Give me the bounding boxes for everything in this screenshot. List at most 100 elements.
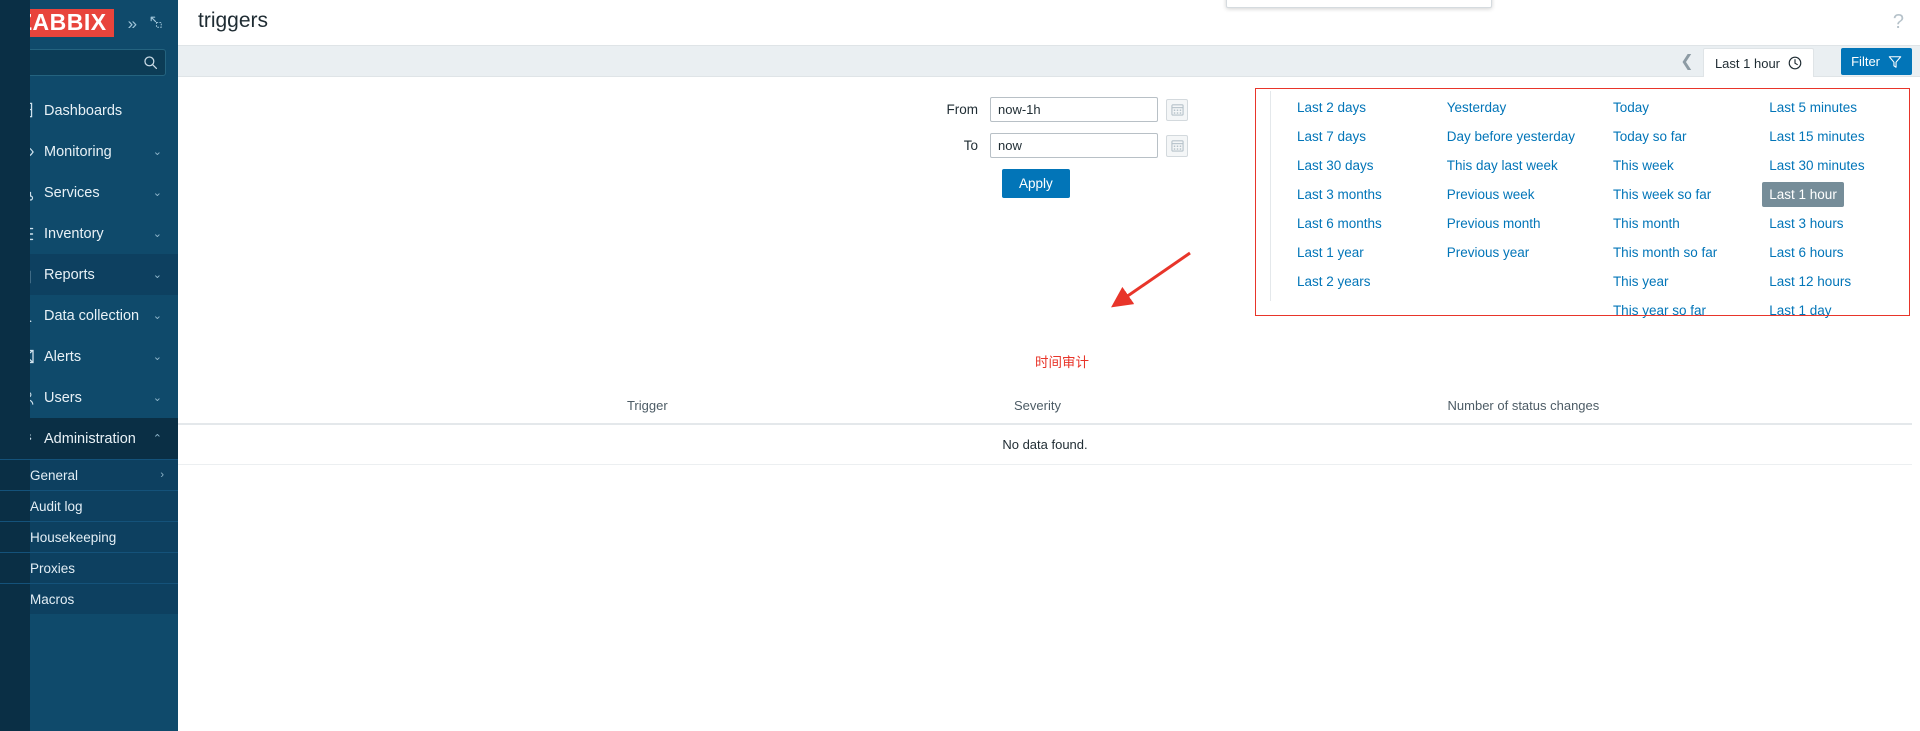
quick-range-item[interactable]: Previous month — [1440, 211, 1548, 236]
quick-range-item[interactable]: Last 2 days — [1290, 95, 1373, 120]
chevron-down-icon: ⌄ — [152, 187, 162, 199]
quick-range-item[interactable]: Last 5 minutes — [1762, 95, 1864, 120]
quick-range-item[interactable]: Last 2 years — [1290, 269, 1378, 294]
filter-tab-bar: ❮ Zoom out ❯ Last 1 hour Filter — [178, 46, 1920, 77]
table-header-row: Trigger Severity Number of status change… — [178, 388, 1912, 425]
quick-range-item[interactable]: Last 3 hours — [1762, 211, 1850, 236]
quick-range-item[interactable]: Last 7 days — [1290, 124, 1373, 149]
quick-range-item[interactable]: Last 15 minutes — [1762, 124, 1871, 149]
sidebar-item-housekeeping[interactable]: Housekeeping — [0, 521, 178, 552]
chevron-down-icon: ⌄ — [152, 392, 162, 404]
tab-time-selector[interactable]: Last 1 hour — [1702, 48, 1814, 77]
quick-range-item[interactable]: Last 30 days — [1290, 153, 1381, 178]
quick-range-item[interactable]: This week so far — [1606, 182, 1718, 207]
quick-range-columns: Last 2 days Last 7 days Last 30 days Last 3… — [1290, 95, 1912, 327]
time-range-form: From To — [778, 97, 1218, 198]
table-header-status-changes: Number of status changes — [1447, 388, 1912, 425]
quick-range-item[interactable]: Last 1 year — [1290, 240, 1371, 265]
search-box[interactable] — [11, 49, 166, 76]
annotation-label: 时间审计 — [1035, 355, 1089, 370]
sidebar-subitem-label: Macros — [30, 591, 75, 607]
chevron-right-icon: › — [160, 469, 164, 481]
sidebar-subitem-label: Housekeeping — [30, 529, 117, 545]
quick-range-column-1: Last 2 days Last 7 days Last 30 days Last 3… — [1290, 95, 1440, 327]
empty-message: No data found. — [178, 424, 1912, 465]
sidebar-subitem-label: General — [30, 467, 79, 483]
quick-range-item[interactable]: Last 1 hour — [1762, 182, 1844, 207]
table-header-trigger: Trigger — [626, 388, 1015, 425]
quick-range-column-2: Yesterday Day before yesterday This day la… — [1440, 95, 1606, 327]
sidebar-item-general[interactable]: General › — [0, 459, 178, 490]
to-label: To — [963, 138, 978, 153]
sidebar-item-proxies[interactable]: Proxies — [0, 552, 178, 583]
apply-row: Apply — [778, 169, 1218, 198]
search-icon[interactable] — [143, 55, 158, 70]
page-background — [178, 316, 1920, 731]
from-input[interactable] — [990, 97, 1158, 122]
chevron-up-icon: ⌃ — [152, 433, 162, 445]
chevron-down-icon: ⌄ — [152, 228, 162, 240]
chevron-down-icon: ⌄ — [152, 269, 162, 281]
quick-range-column-4: Last 5 minutes Last 15 minutes Last 30 min… — [1762, 95, 1912, 327]
chevron-double-right-icon[interactable]: » — [128, 15, 137, 32]
quick-range-item[interactable]: Previous week — [1440, 182, 1542, 207]
quick-range-item[interactable]: Today — [1606, 95, 1656, 120]
quick-range-item[interactable]: This week — [1606, 153, 1681, 178]
quick-range-column-3: Today Today so far This week This week so f… — [1606, 95, 1762, 327]
question-mark-icon[interactable]: ? — [1893, 11, 1904, 34]
sidebar-subitem-label: Proxies — [30, 560, 76, 576]
sidebar-item-label: Monitoring — [44, 143, 112, 160]
results-table-card: Trigger Severity Number of status change… — [178, 388, 1912, 465]
sidebar-item-label: Services — [44, 184, 100, 201]
app-root: triggers ? ❮ Zoom out ❯ Last 1 hour Filt… — [0, 0, 1920, 731]
sidebar-item-macros[interactable]: Macros — [0, 583, 178, 614]
quick-range-item[interactable]: Today so far — [1606, 124, 1694, 149]
quick-range-item[interactable]: This month — [1606, 211, 1687, 236]
quick-range-item[interactable]: Last 12 hours — [1762, 269, 1858, 294]
quick-range-item[interactable]: This year so far — [1606, 298, 1713, 323]
funnel-icon — [1888, 55, 1902, 68]
quick-range-item[interactable]: Day before yesterday — [1440, 124, 1582, 149]
floating-popup-panel — [1226, 0, 1492, 8]
quick-range-item[interactable]: This month so far — [1606, 240, 1724, 265]
sidebar-item-label: Alerts — [44, 348, 82, 365]
clock-icon — [1788, 56, 1802, 70]
table-row: No data found. — [178, 424, 1912, 465]
apply-button[interactable]: Apply — [1002, 169, 1070, 198]
administration-submenu: General › Audit log Housekeeping Proxies… — [0, 0, 178, 731]
sidebar-item-audit-log[interactable]: Audit log — [0, 490, 178, 521]
chevron-left-icon[interactable]: ❮ — [1672, 53, 1701, 70]
sidebar-item-label: Data collection — [44, 307, 140, 324]
sidebar: ZABBIX » Dashboards Monitoring ⌄ Service… — [0, 0, 178, 731]
chevron-down-icon: ⌄ — [152, 310, 162, 322]
calendar-icon[interactable] — [1166, 134, 1188, 157]
quick-range-item[interactable]: This day last week — [1440, 153, 1565, 178]
quick-range-item[interactable]: Last 1 day — [1762, 298, 1838, 323]
sidebar-nav: Dashboards Monitoring ⌄ Services ⌄ Inven… — [0, 0, 178, 731]
quick-range-item[interactable]: Last 3 months — [1290, 182, 1389, 207]
quick-range-item[interactable]: Last 6 months — [1290, 211, 1389, 236]
table-body: No data found. — [178, 424, 1912, 465]
calendar-icon[interactable] — [1166, 98, 1188, 121]
chevron-down-icon: ⌄ — [152, 146, 162, 158]
annotation-arrow — [1111, 251, 1191, 308]
quick-range-item[interactable]: Yesterday — [1440, 95, 1514, 120]
sidebar-item-label: Reports — [44, 266, 95, 283]
panel-divider — [1270, 91, 1271, 301]
tab-filter-label: Filter — [1851, 54, 1880, 69]
sidebar-subitem-label: Audit log — [30, 498, 83, 514]
tab-time-label: Last 1 hour — [1714, 55, 1780, 71]
tab-filter[interactable]: Filter — [1841, 48, 1912, 75]
to-input[interactable] — [990, 133, 1158, 158]
sidebar-item-label: Inventory — [44, 225, 104, 242]
from-row: From — [778, 97, 1218, 122]
chevron-down-icon: ⌄ — [152, 351, 162, 363]
sidebar-item-label: Administration — [44, 430, 136, 447]
table-header-host — [178, 388, 627, 425]
collapse-pane-icon[interactable] — [149, 15, 163, 31]
quick-range-item[interactable]: Last 30 minutes — [1762, 153, 1871, 178]
quick-range-item[interactable]: Last 6 hours — [1762, 240, 1850, 265]
quick-range-item[interactable]: Previous year — [1440, 240, 1537, 265]
time-filter-panel: From To — [178, 77, 1920, 318]
quick-range-item[interactable]: This year — [1606, 269, 1676, 294]
